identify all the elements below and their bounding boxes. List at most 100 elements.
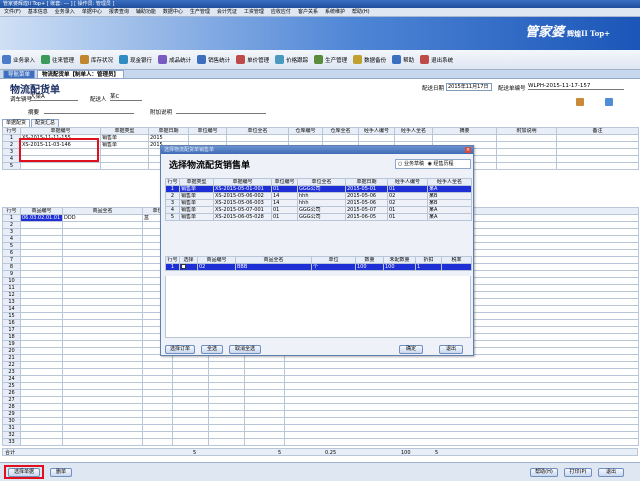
table-cell [496,134,557,142]
date-picker[interactable]: 2015年11月17日 [446,83,492,91]
table-cell [62,277,143,285]
menu-item[interactable]: 客户关系 [298,9,318,15]
menu-item[interactable]: 帮助(H) [352,9,370,15]
table-row[interactable]: 1 02 BBB 个 100 100 1 [165,263,472,271]
table-cell [432,134,497,142]
table-row[interactable]: 3 销售单 XS-2015-05-06-003 14 hhh 2015-05-06 02 某B [165,199,472,207]
menu-item[interactable]: 报表查询 [109,9,129,15]
table-cell: 17 [2,326,21,334]
toolbar-item[interactable]: 单价管理 [236,55,269,64]
table-cell [62,410,143,418]
table-row[interactable]: 22 [2,361,639,369]
select-order-button[interactable]: 选择订单 [165,345,195,354]
table-cell: 2015-05-06 [345,192,388,200]
toolbar-item[interactable]: 帮助 [392,55,414,64]
table-cell [142,410,173,418]
menu-item[interactable]: 数据中心 [163,9,183,15]
toolbar-item[interactable]: 现金银行 [119,55,152,64]
tab-navigation[interactable]: 导航菜单 [3,70,36,78]
select-all-button[interactable]: 全选 [201,345,223,354]
table-cell: 某A [427,213,472,221]
close-icon[interactable]: × [465,147,471,153]
user-icon[interactable] [605,98,613,106]
radio-draft[interactable]: ○ 业务草稿 [398,161,424,167]
table-row[interactable]: 27 [2,396,639,404]
delete-doc-button[interactable]: 删单 [50,468,72,477]
toolbar-label: 价格跟踪 [286,57,309,64]
menu-item[interactable]: 基本信息 [28,9,48,15]
toolbar-item[interactable]: 数据备份 [353,55,386,64]
menu-item[interactable]: 系统维护 [325,9,345,15]
column-header: 折扣 [415,256,442,264]
table-row[interactable]: 25 [2,382,639,390]
table-row[interactable]: 2 销售单 XS-2015-05-06-002 14 hhh 2015-05-06 02 某B [165,192,472,200]
table-cell [62,368,143,376]
table-cell [62,298,143,306]
note-field[interactable] [176,107,266,114]
menu-item[interactable]: 生产管理 [190,9,210,15]
menu-item[interactable]: 文件(F) [4,9,21,15]
toolbar-item[interactable]: 成品统计 [158,55,191,64]
table-row[interactable]: 31 [2,424,639,432]
table-cell: XS-2015-06-05-028 [213,213,272,221]
toolbar-item[interactable]: 生产管理 [314,55,347,64]
toolbar-label: 帮助 [403,57,415,64]
table-row[interactable]: 4 销售单 XS-2015-05-07-001 01 GGG公司 2015-05-07 01… [165,206,472,214]
table-cell: 33 [2,438,21,446]
table-cell [208,424,245,432]
clear-all-button[interactable]: 取消全选 [229,345,261,354]
menu-item[interactable]: 单据中心 [82,9,102,15]
table-row[interactable]: 30 [2,417,639,425]
staff-field[interactable]: 某C [110,94,142,101]
summary-field[interactable] [44,107,134,114]
table-row[interactable]: 32 [2,431,639,439]
help-button[interactable]: 帮助(H) [530,468,558,477]
table-row[interactable]: 5 销售单 XS-2015-06-05-028 01 GGG公司 2015-06-05 01… [165,213,472,221]
menu-item[interactable]: 业务录入 [55,9,75,15]
toolbar-item[interactable]: 业务录入 [2,55,35,64]
ok-button[interactable]: 确定 [399,345,423,354]
store-field[interactable]: 大梁A [30,94,78,101]
table-row[interactable]: 24 [2,375,639,383]
menu-bar[interactable]: 文件(F) 基本信息 业务录入 单据中心 报表查询 辅助功能 数据中心 生产管理 会计凭证 工资管… [0,8,640,17]
toolbar-icon [392,55,402,64]
row-checkbox[interactable] [181,264,186,269]
table-row[interactable]: 28 [2,403,639,411]
radio-history[interactable]: ◉ 经售历程 [428,161,454,167]
toolbar-item[interactable]: 退出系统 [420,55,453,64]
dialog-exit-button[interactable]: 退出 [439,345,463,354]
table-row[interactable]: 23 [2,368,639,376]
sales-orders-grid[interactable]: 行号 单据类型 单据编号 单位编号 单位全名 单据日期 经手人编号 经手人全名 1 销售单 XS-… [165,178,472,221]
table-cell: 某B [427,192,472,200]
table-row[interactable]: 33 [2,438,639,446]
table-cell: 5 [2,242,21,250]
exit-button[interactable]: 退出 [598,468,624,477]
toolbar-item[interactable]: 库存状况 [80,55,113,64]
table-cell [556,155,639,163]
table-cell [172,410,209,418]
menu-item[interactable]: 工资管理 [244,9,264,15]
table-cell [244,396,285,404]
subtab-allocation-summary[interactable]: 配货汇总 [31,119,60,127]
table-cell [556,162,639,170]
subtab-doc-allocation[interactable]: 单据配货 [2,119,31,127]
menu-item[interactable]: 会计凭证 [217,9,237,15]
toolbar-item[interactable]: 销售统计 [197,55,230,64]
menu-item[interactable]: 应收应付 [271,9,291,15]
select-doc-button[interactable]: 选择单据 [8,468,40,477]
menu-item[interactable]: 辅助功能 [136,9,156,15]
table-row[interactable]: 1 销售单 XS-2015-05-01-001 01 GGG公司 2015-05-01 01… [165,185,472,193]
table-row[interactable]: 26 [2,389,639,397]
toolbar-item[interactable]: 往来管理 [41,55,74,64]
table-cell [244,361,285,369]
toolbar-item[interactable]: 价格跟踪 [275,55,308,64]
column-header: 单位全名 [226,127,289,135]
docno-field[interactable]: WLPH-2015-11-17-157 [528,83,624,90]
table-cell [20,249,63,257]
order-items-grid[interactable]: 行号 选择 商品编号 商品全名 单位 数量 未配数量 折扣 税率 1 02 BBB 个 100 100 1 [165,256,472,271]
table-cell [244,410,285,418]
table-row[interactable]: 29 [2,410,639,418]
lock-icon[interactable] [576,98,584,106]
tab-logistics-order[interactable]: 物流配货单【制单人：管理员】 [37,70,125,78]
print-button[interactable]: 打印(P) [564,468,592,477]
